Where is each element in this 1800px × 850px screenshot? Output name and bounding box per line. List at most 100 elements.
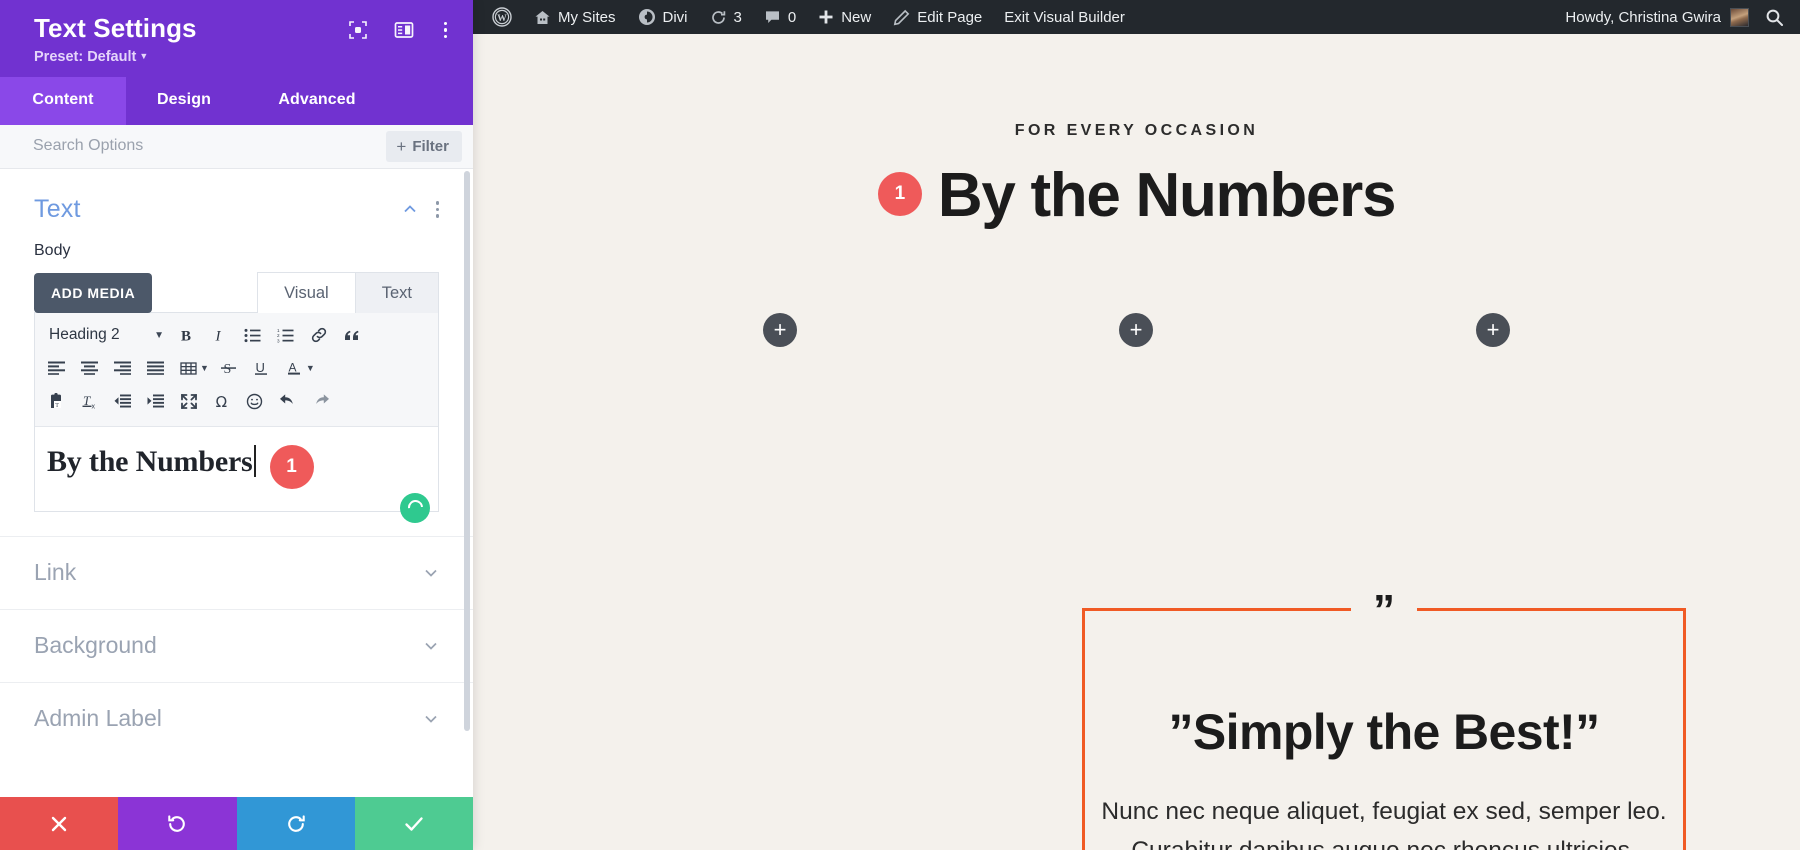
bold-icon[interactable]: B (170, 320, 203, 350)
admin-bar-my-sites-label: My Sites (558, 8, 616, 26)
panel-scroll-area: Text Body ADD MEDIA Visual Text Heading … (0, 168, 473, 797)
accordion-admin-label-label: Admin Label (34, 705, 162, 732)
panel-scrollbar[interactable] (464, 170, 470, 731)
svg-text:S: S (223, 362, 231, 376)
section-heading-row: 1 By the Numbers (473, 160, 1800, 231)
link-icon[interactable] (302, 320, 335, 350)
svg-text:x: x (91, 403, 95, 410)
add-module-column-2[interactable]: + (1119, 313, 1153, 347)
bulleted-list-icon[interactable] (236, 320, 269, 350)
section-more-icon[interactable] (435, 201, 439, 218)
chevron-down-icon (425, 715, 437, 723)
heading-badge-number: 1 (877, 171, 922, 216)
panel-title: Text Settings (34, 13, 197, 43)
admin-bar-wordpress-logo[interactable]: W (481, 0, 523, 34)
admin-bar-comments[interactable]: 0 (753, 0, 807, 34)
wordpress-admin-bar: W My Sites Divi 3 0 New Edit Page Exit V… (473, 0, 1800, 34)
tab-content[interactable]: Content (0, 76, 126, 125)
tab-design[interactable]: Design (126, 77, 242, 125)
editor-toolbar-row-1: Heading 2 ▼ B I 1 2 3 (40, 319, 433, 352)
preset-label: Preset: Default (34, 48, 137, 65)
svg-text:Ω: Ω (216, 393, 227, 410)
emoji-icon[interactable] (238, 386, 271, 416)
accordion-link[interactable]: Link (0, 535, 473, 609)
align-center-icon[interactable] (73, 353, 106, 383)
search-icon (1766, 9, 1783, 26)
add-module-column-1[interactable]: + (763, 313, 797, 347)
redo-button[interactable] (236, 797, 355, 850)
section-eyebrow: FOR EVERY OCCASION (1014, 122, 1259, 139)
panel-header: Text Settings Preset: Default ▼ (0, 0, 473, 77)
add-module-column-3[interactable]: + (1476, 313, 1510, 347)
admin-bar-exit-label: Exit Visual Builder (1004, 8, 1125, 26)
svg-text:B: B (181, 328, 191, 344)
more-vertical-icon[interactable] (440, 21, 452, 39)
admin-bar-exit-visual-builder[interactable]: Exit Visual Builder (993, 0, 1136, 34)
editor-tab-text[interactable]: Text (354, 271, 439, 313)
editor-content-area[interactable]: By the Numbers 1 (35, 427, 438, 523)
pencil-icon (893, 9, 910, 25)
blockquote-icon[interactable] (335, 320, 368, 350)
align-left-icon[interactable] (40, 353, 73, 383)
admin-bar-divi[interactable]: Divi (627, 0, 699, 34)
save-button[interactable] (354, 797, 473, 850)
body-field-label: Body (34, 241, 71, 259)
accordion-admin-label[interactable]: Admin Label (0, 681, 473, 755)
admin-bar-new[interactable]: New (807, 0, 882, 34)
panel-footer-actions (0, 797, 473, 850)
admin-bar-updates-count: 3 (733, 8, 742, 26)
undo-icon[interactable] (271, 386, 304, 416)
format-select[interactable]: Heading 2 ▼ (40, 320, 170, 350)
editor-toolbar-row-3: T T x Ω (40, 385, 433, 418)
align-justify-icon[interactable] (139, 353, 172, 383)
preset-selector[interactable]: Preset: Default ▼ (34, 49, 197, 65)
visual-builder-screen: Text Settings Preset: Default ▼ Content … (0, 0, 1800, 850)
clear-formatting-icon[interactable]: T x (73, 386, 106, 416)
underline-icon[interactable]: U (245, 353, 278, 383)
admin-bar-comments-count: 0 (787, 8, 797, 26)
testimonial-module[interactable]: ” ”Simply the Best!” Nunc nec neque aliq… (1082, 589, 1686, 850)
admin-bar-edit-page[interactable]: Edit Page (882, 0, 993, 34)
editor-toolbar-row-2: ▼ S U A ▼ (40, 352, 433, 385)
chevron-up-icon[interactable] (402, 201, 418, 217)
text-color-dropdown-caret-icon[interactable]: ▼ (306, 363, 315, 373)
filter-button[interactable]: + Filter (386, 130, 462, 162)
paste-as-text-icon[interactable]: T (40, 386, 73, 416)
admin-bar-search[interactable] (1749, 8, 1788, 27)
editor-toolbar: Heading 2 ▼ B I 1 2 3 ▼ S U A ▼ T T x Ω (35, 312, 438, 427)
tab-advanced[interactable]: Advanced (242, 77, 392, 125)
numbered-list-icon[interactable]: 1 2 3 (269, 320, 302, 350)
accordion-background[interactable]: Background (0, 608, 473, 682)
wordpress-logo-icon: W (492, 7, 512, 27)
check-icon (405, 816, 423, 831)
focus-target-icon[interactable] (348, 20, 368, 40)
close-icon (51, 816, 67, 831)
panel-layout-icon[interactable] (394, 20, 414, 40)
fullscreen-icon[interactable] (172, 386, 205, 416)
svg-text:U: U (255, 360, 264, 375)
avatar[interactable] (1730, 7, 1749, 27)
admin-bar-howdy[interactable]: Howdy, Christina Gwira (1565, 9, 1721, 26)
indent-icon[interactable] (139, 386, 172, 416)
outdent-icon[interactable] (106, 386, 139, 416)
undo-circle-icon (168, 814, 186, 832)
editor-tab-visual[interactable]: Visual (257, 271, 355, 313)
italic-icon[interactable]: I (203, 320, 236, 350)
admin-bar-my-sites[interactable]: My Sites (523, 0, 627, 34)
strikethrough-icon[interactable]: S (212, 353, 245, 383)
redo-icon[interactable] (304, 386, 337, 416)
search-options-bar: + Filter (0, 124, 473, 169)
add-media-button[interactable]: ADD MEDIA (34, 272, 153, 313)
search-input[interactable] (0, 137, 387, 156)
chevron-down-icon (425, 642, 437, 650)
undo-button[interactable] (118, 797, 237, 850)
special-character-icon[interactable]: Ω (205, 386, 238, 416)
home-icon (535, 10, 550, 24)
discard-button[interactable] (0, 797, 119, 850)
autosave-spinner-icon (400, 492, 430, 523)
page-title[interactable]: By the Numbers (938, 160, 1397, 231)
table-dropdown-caret-icon[interactable]: ▼ (200, 363, 209, 373)
align-right-icon[interactable] (106, 353, 139, 383)
admin-bar-updates[interactable]: 3 (699, 0, 753, 34)
chevron-down-icon (425, 569, 437, 577)
